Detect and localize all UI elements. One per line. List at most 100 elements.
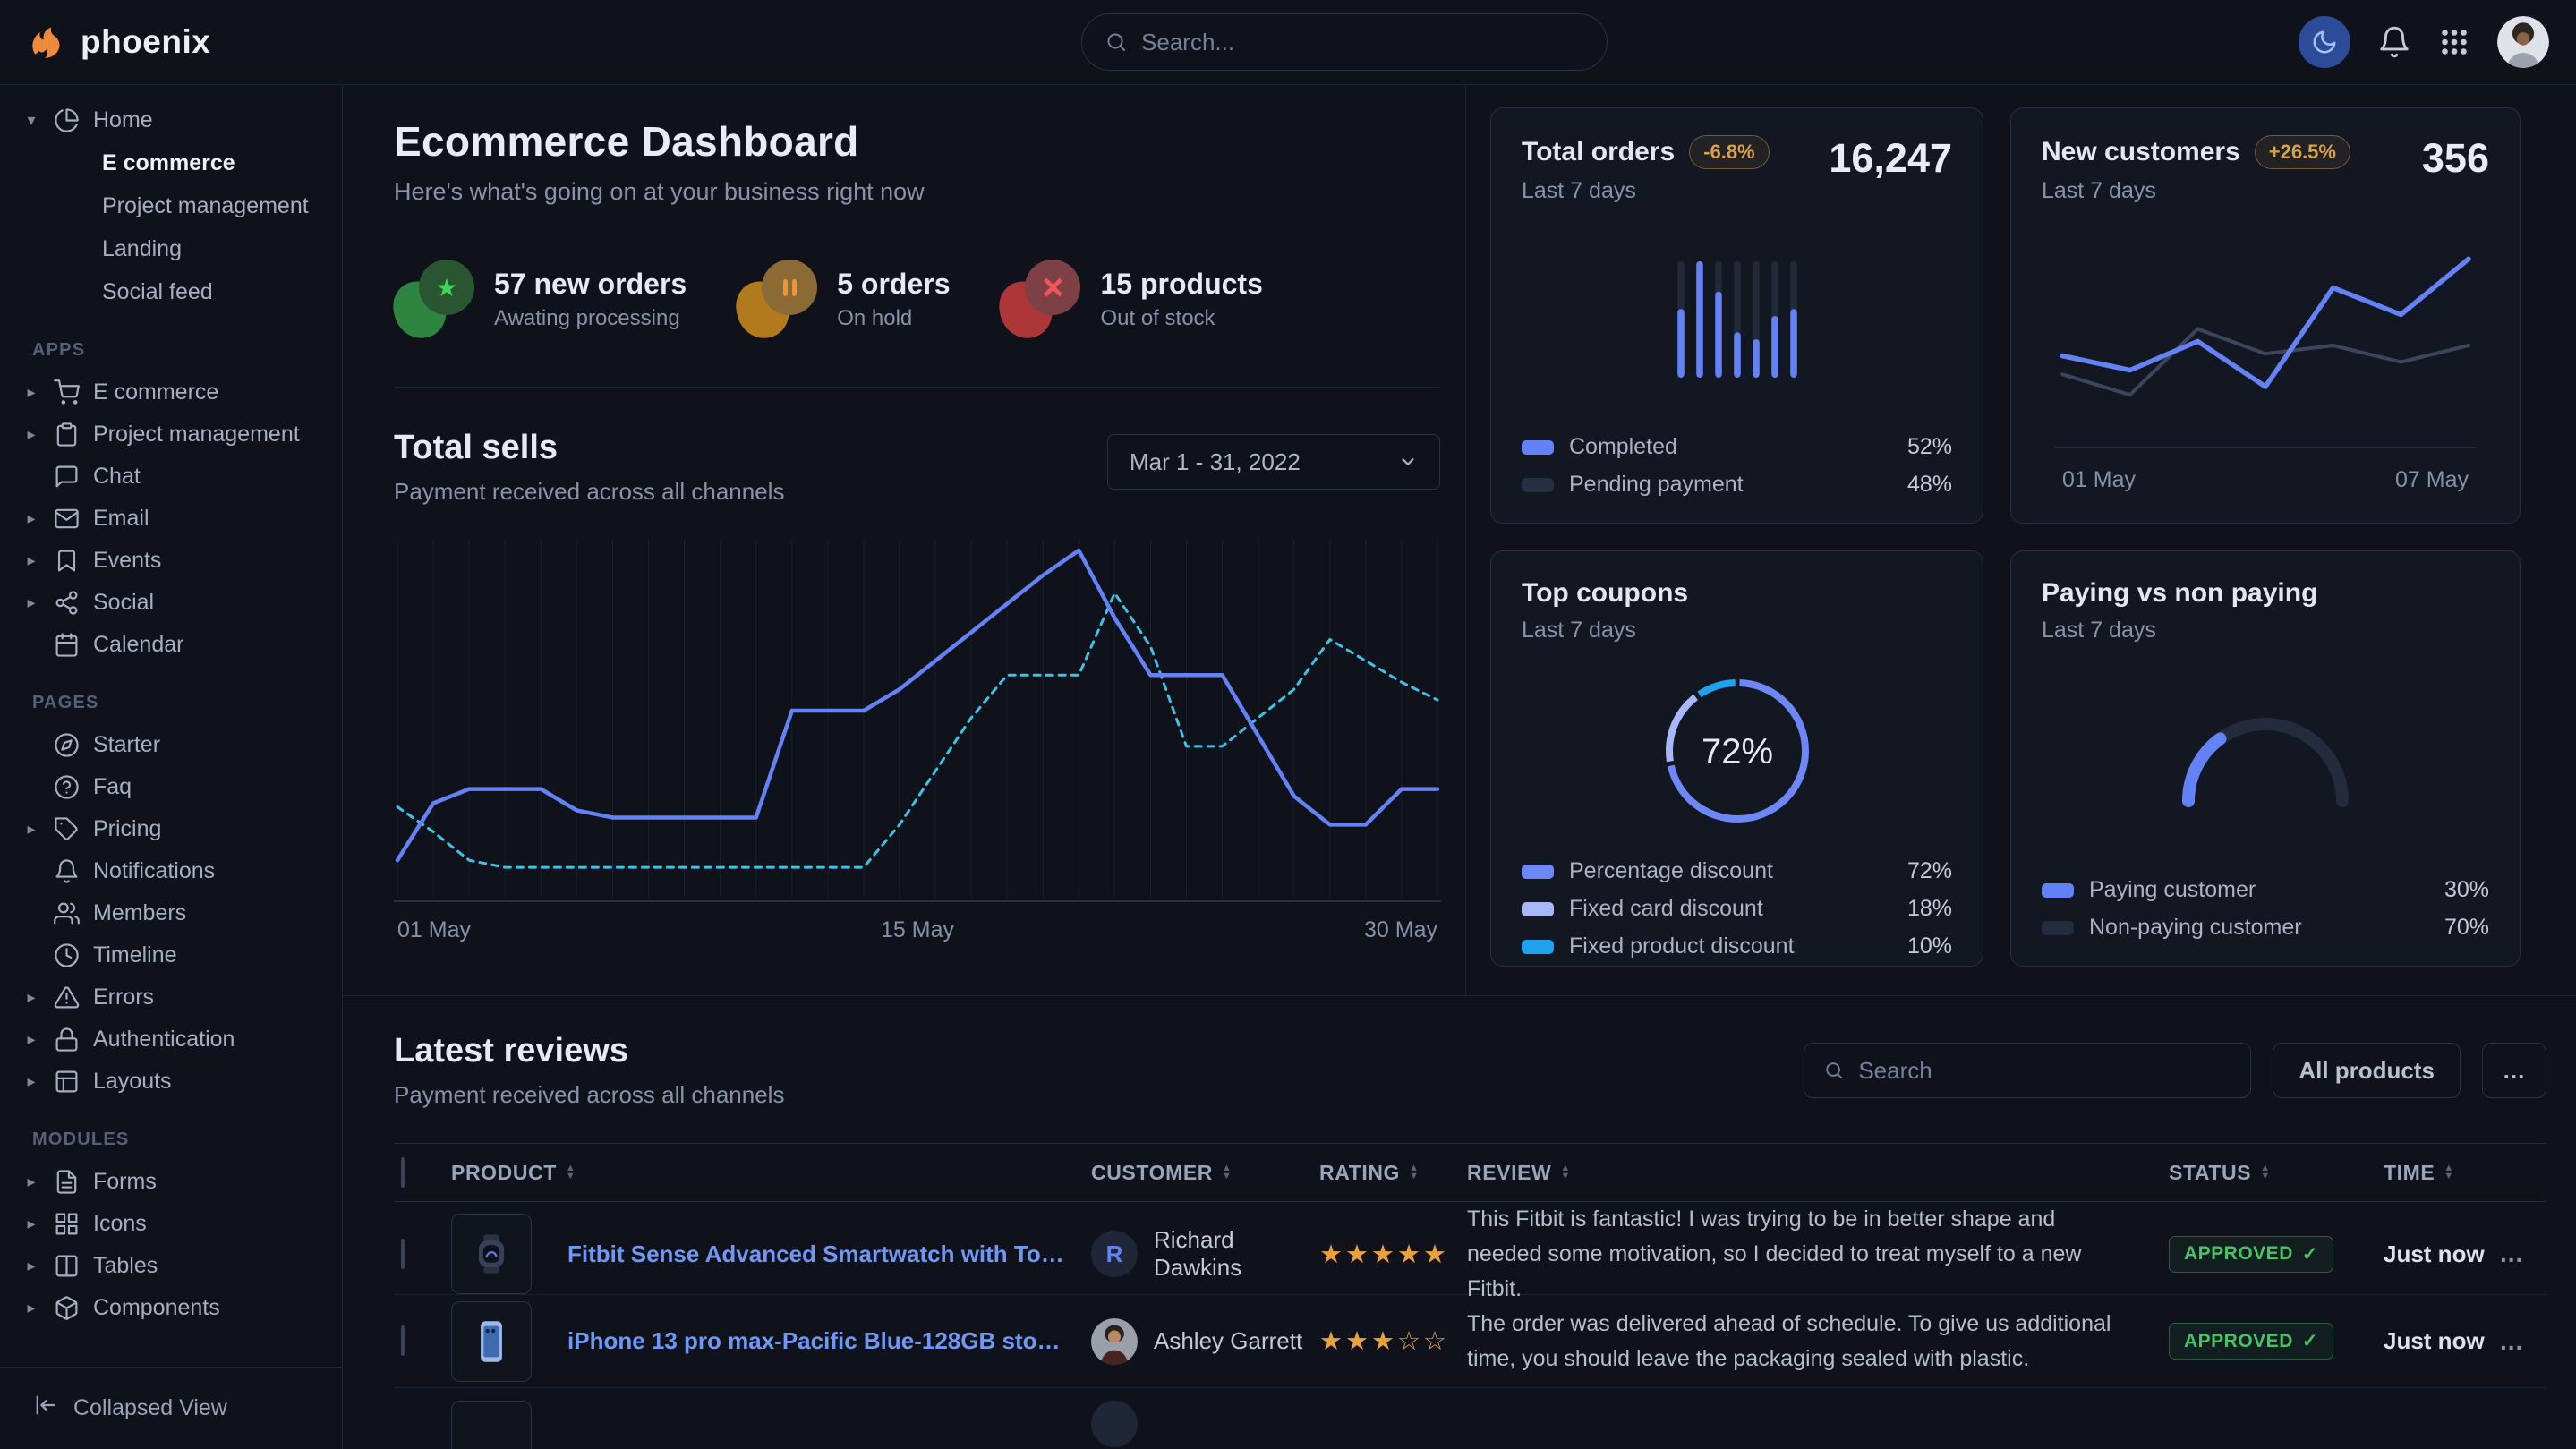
sidebar-item-timeline[interactable]: Timeline: [23, 934, 324, 976]
brand-logo[interactable]: phoenix: [27, 22, 210, 62]
sidebar-item-label: Events: [93, 548, 161, 574]
stat-red: ×15 productsOut of stock: [1000, 260, 1262, 338]
product-thumbnail[interactable]: [451, 1401, 532, 1449]
theme-toggle-button[interactable]: [2299, 16, 2350, 68]
column-header-status[interactable]: STATUS▲▼: [2169, 1161, 2384, 1185]
row-actions-button[interactable]: ...: [2500, 1327, 2546, 1356]
sort-icon: ▲▼: [1222, 1164, 1233, 1181]
sidebar-item-authentication[interactable]: ▸Authentication: [23, 1019, 324, 1061]
sidebar-item-icons[interactable]: ▸Icons: [23, 1203, 324, 1245]
customer-cell[interactable]: R Richard Dawkins: [1091, 1226, 1319, 1282]
users-icon: [53, 900, 80, 927]
sidebar-item-chat[interactable]: Chat: [23, 456, 324, 498]
card-title: New customers: [2042, 137, 2240, 167]
collapse-left-icon: [32, 1393, 57, 1424]
sidebar-item-tables[interactable]: ▸Tables: [23, 1245, 324, 1287]
row-checkbox[interactable]: [401, 1325, 405, 1356]
top-coupons-card: Top coupons Last 7 days 72% Percentage d…: [1490, 550, 1983, 967]
sidebar-item-layouts[interactable]: ▸Layouts: [23, 1061, 324, 1103]
column-header-product[interactable]: PRODUCT▲▼: [451, 1161, 1091, 1185]
row-checkbox[interactable]: [401, 1239, 405, 1269]
sidebar-item-e-commerce[interactable]: ▸E commerce: [23, 371, 324, 413]
collapse-view-button[interactable]: Collapsed View: [0, 1367, 342, 1449]
sidebar-item-label: Icons: [93, 1211, 147, 1237]
customer-cell[interactable]: Ashley Garrett: [1091, 1318, 1319, 1365]
customer-avatar: [1091, 1401, 1138, 1447]
page-frame: ▾HomeE commerceProject managementLanding…: [0, 85, 2576, 1449]
select-all-checkbox[interactable]: [401, 1157, 405, 1188]
reviews-table-body: Fitbit Sense Advanced Smartwatch with To…: [394, 1202, 2546, 1442]
row-actions-button[interactable]: ...: [2500, 1240, 2546, 1268]
sidebar-item-events[interactable]: ▸ Events: [23, 540, 324, 582]
column-header-customer[interactable]: CUSTOMER▲▼: [1091, 1161, 1319, 1185]
date-range-select[interactable]: Mar 1 - 31, 2022: [1107, 434, 1440, 490]
paying-legend: Paying customer30%Non-paying customer70%: [2042, 877, 2489, 941]
legend-value: 52%: [1907, 434, 1952, 460]
sidebar-item-landing[interactable]: Landing: [23, 227, 324, 270]
sidebar-item-errors[interactable]: ▸Errors: [23, 976, 324, 1019]
global-search[interactable]: [1081, 13, 1608, 71]
total-sells-header: Total sells Payment received across all …: [394, 429, 1440, 506]
orders-legend: Completed52%Pending payment48%: [1522, 434, 1952, 498]
legend-item: Non-paying customer70%: [2042, 915, 2489, 941]
sidebar-item-email[interactable]: ▸Email: [23, 498, 324, 540]
caret-right-icon: ▸: [23, 1072, 39, 1091]
apps-grid-icon[interactable]: [2438, 26, 2470, 58]
sidebar-item-notifications[interactable]: Notifications: [23, 850, 324, 892]
sidebar-section-label: MODULES: [32, 1129, 324, 1150]
star-icon: ★: [394, 260, 474, 338]
stat-green: ★57 new ordersAwating processing: [394, 260, 687, 338]
column-header-time[interactable]: TIME▲▼: [2384, 1161, 2500, 1185]
reviews-search-input[interactable]: [1858, 1057, 2231, 1085]
customer-avatar: R: [1091, 1231, 1138, 1277]
legend-swatch: [1522, 902, 1554, 916]
alert-triangle-icon: [53, 984, 80, 1011]
customer-name: Richard Dawkins: [1154, 1226, 1319, 1282]
column-header-rating[interactable]: RATING▲▼: [1319, 1161, 1467, 1185]
sidebar-item-calendar[interactable]: Calendar: [23, 624, 324, 666]
table-row: Fitbit Sense Advanced Smartwatch with To…: [394, 1202, 2546, 1295]
product-link[interactable]: iPhone 13 pro max-Pacific Blue-128GB sto…: [567, 1327, 1091, 1355]
sidebar-item-project-management[interactable]: Project management: [23, 184, 324, 227]
change-badge: -6.8%: [1689, 135, 1769, 169]
bookmark-icon: [53, 548, 80, 575]
legend-value: 72%: [1907, 858, 1952, 884]
reviews-search[interactable]: [1804, 1043, 2251, 1098]
caret-right-icon: ▸: [23, 551, 39, 570]
user-avatar[interactable]: [2497, 16, 2549, 68]
sidebar-item-label: Chat: [93, 464, 141, 490]
sidebar-item-faq[interactable]: Faq: [23, 766, 324, 808]
sidebar-item-label: Components: [93, 1295, 220, 1321]
lock-icon: [53, 1027, 80, 1053]
status-badge: APPROVED✓: [2169, 1236, 2333, 1273]
dashboard-top: Ecommerce Dashboard Here's what's going …: [343, 85, 2576, 996]
sort-icon: ▲▼: [2260, 1164, 2271, 1181]
product-link[interactable]: Fitbit Sense Advanced Smartwatch with To…: [567, 1240, 1091, 1268]
notifications-bell-icon[interactable]: [2377, 25, 2411, 59]
sidebar-item-forms[interactable]: ▸Forms: [23, 1161, 324, 1203]
legend-value: 48%: [1907, 472, 1952, 498]
legend-label: Paying customer: [2089, 877, 2256, 903]
product-thumbnail-phone[interactable]: [451, 1301, 532, 1382]
sidebar-item-components[interactable]: ▸Components: [23, 1287, 324, 1329]
column-header-review[interactable]: REVIEW▲▼: [1467, 1161, 2169, 1185]
more-options-button[interactable]: ...: [2482, 1043, 2546, 1098]
product-thumbnail-smartwatch[interactable]: [451, 1214, 532, 1294]
global-search-input[interactable]: [1141, 29, 1583, 56]
sidebar-item-members[interactable]: Members: [23, 892, 324, 934]
x-icon: ×: [1000, 260, 1080, 338]
file-text-icon: [53, 1169, 80, 1196]
orders-bar-chart: [1670, 261, 1804, 378]
sidebar-item-home[interactable]: ▾Home: [23, 99, 324, 141]
page-subtitle: Here's what's going on at your business …: [394, 178, 1440, 206]
sidebar-nav: ▾HomeE commerceProject managementLanding…: [0, 99, 342, 1367]
sidebar-item-social-feed[interactable]: Social feed: [23, 270, 324, 313]
sidebar-item-social[interactable]: ▸Social: [23, 582, 324, 624]
sidebar-item-e-commerce[interactable]: E commerce: [23, 141, 324, 184]
new-customers-card: New customers +26.5% Last 7 days 356 01 …: [2010, 107, 2521, 524]
all-products-button[interactable]: All products: [2273, 1043, 2461, 1098]
package-icon: [53, 1295, 80, 1322]
sidebar-item-pricing[interactable]: ▸Pricing: [23, 808, 324, 850]
sidebar-item-project-management[interactable]: ▸Project management: [23, 413, 324, 456]
sidebar-item-starter[interactable]: Starter: [23, 724, 324, 766]
